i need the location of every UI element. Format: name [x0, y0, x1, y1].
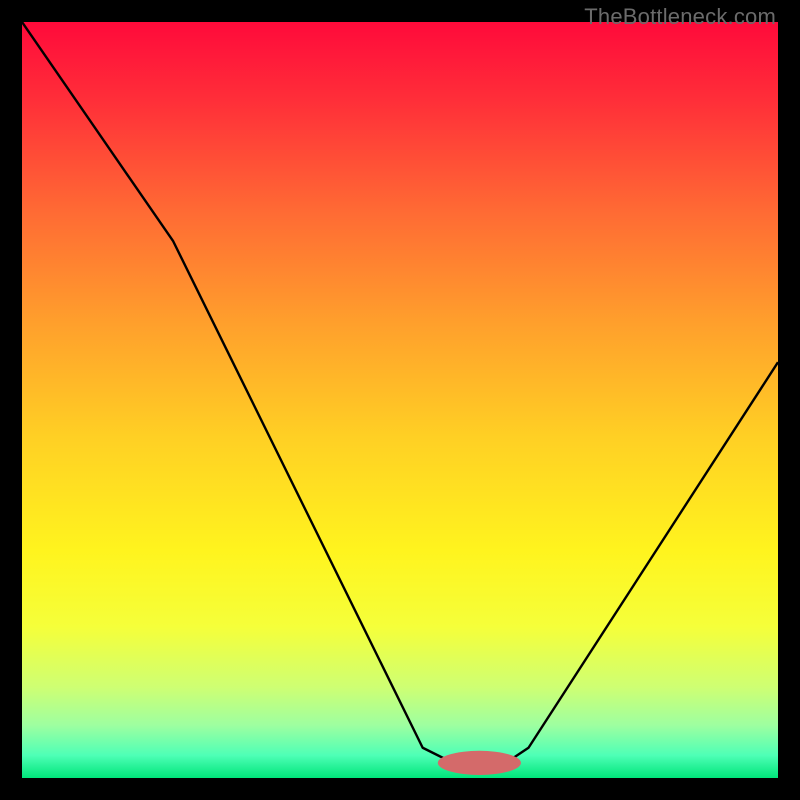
chart-svg	[22, 22, 778, 778]
watermark-text: TheBottleneck.com	[584, 4, 776, 30]
chart-frame: TheBottleneck.com	[0, 0, 800, 800]
optimum-marker	[438, 751, 521, 775]
plot-area	[22, 22, 778, 778]
gradient-background	[22, 22, 778, 778]
